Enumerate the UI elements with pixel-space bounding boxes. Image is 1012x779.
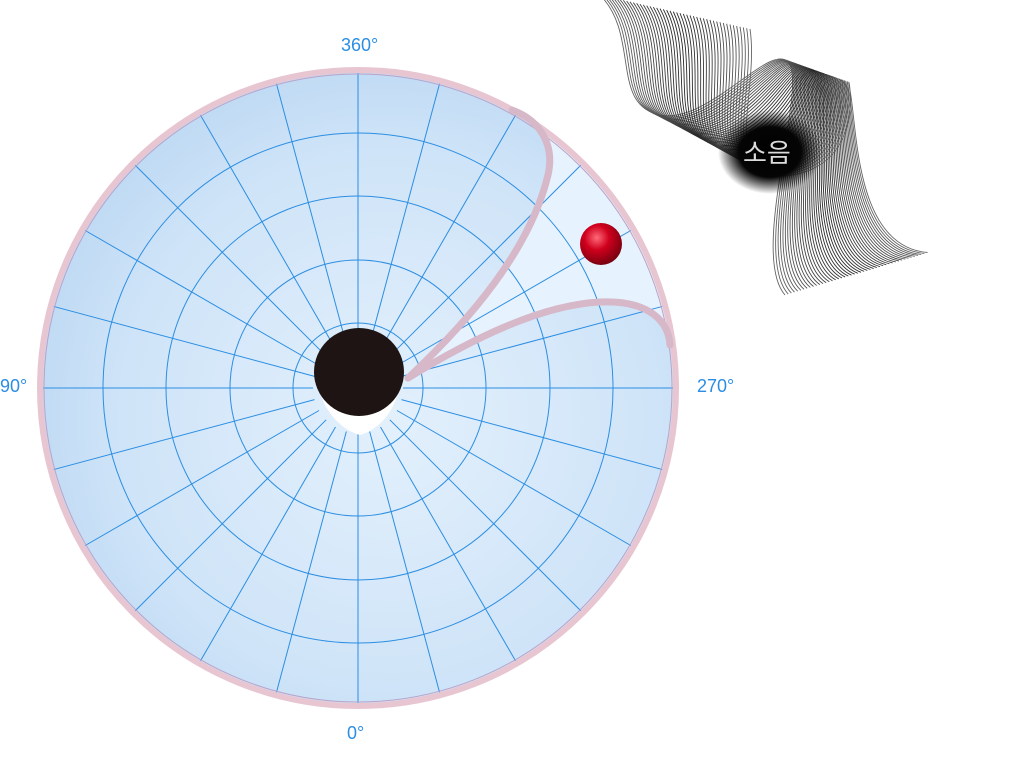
polar-dial-diagram — [37, 0, 928, 709]
angle-label-right: 270° — [697, 376, 735, 396]
angle-label-left: 90° — [0, 376, 28, 396]
center-hole — [314, 328, 404, 416]
angle-label-top: 360° — [341, 35, 379, 55]
noise-label: 소음 — [743, 139, 791, 169]
angle-label-bottom: 0° — [347, 723, 365, 743]
red-marker — [580, 223, 622, 265]
stage: 360° 90° 270° 0° 소음 — [0, 0, 1012, 775]
